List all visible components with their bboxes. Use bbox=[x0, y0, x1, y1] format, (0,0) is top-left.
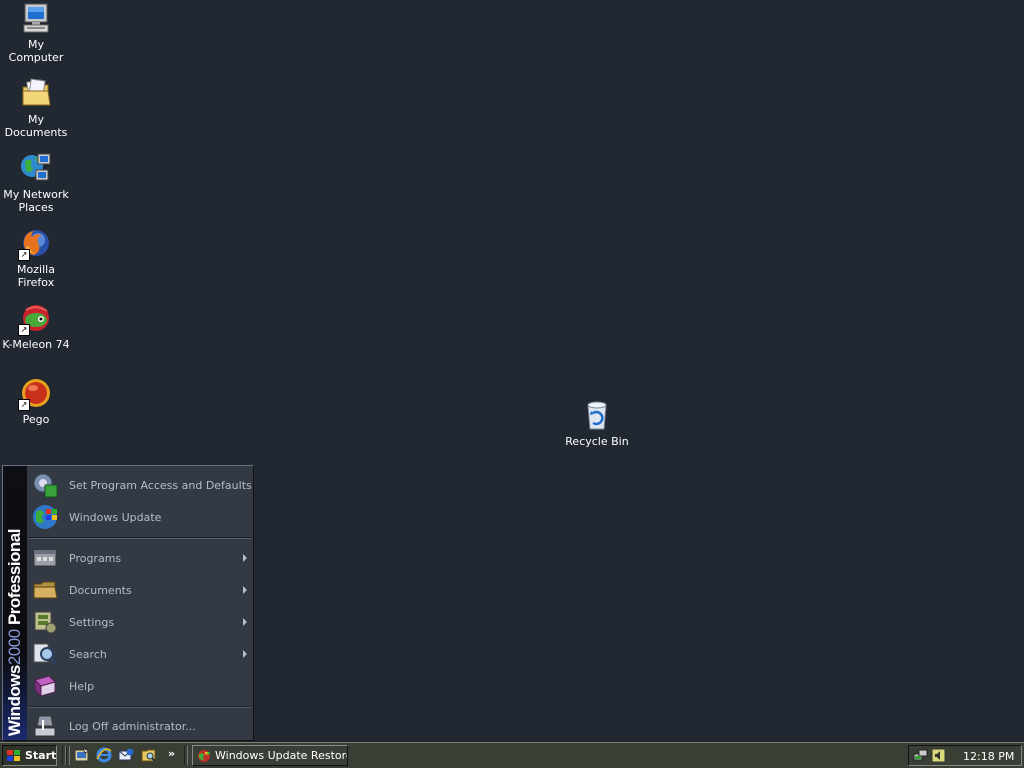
submenu-arrow-icon bbox=[243, 554, 247, 562]
start-label: Start bbox=[25, 749, 57, 762]
menu-separator bbox=[29, 537, 251, 539]
outlook-express-icon[interactable] bbox=[118, 747, 134, 763]
start-menu: Windows2000 Professional Set Program Acc… bbox=[2, 465, 254, 741]
pego-icon: ↗ bbox=[18, 377, 52, 411]
desktop-icon-my-documents[interactable]: My Documents bbox=[0, 77, 72, 139]
banner-version: 2000 bbox=[5, 629, 24, 666]
windows-update-icon bbox=[31, 503, 59, 531]
volume-tray-icon[interactable] bbox=[931, 748, 946, 763]
search-icon bbox=[31, 640, 59, 668]
menu-item-label: Documents bbox=[69, 583, 132, 597]
menu-item-set-program-access[interactable]: Set Program Access and Defaults bbox=[27, 469, 253, 501]
menu-item-windows-update[interactable]: Windows Update bbox=[27, 501, 253, 533]
task-label: Windows Update Restore... bbox=[215, 749, 347, 762]
programs-icon bbox=[31, 544, 59, 572]
shortcut-arrow-icon: ↗ bbox=[18, 324, 30, 336]
windows-update-icon bbox=[197, 749, 211, 763]
desktop-icon-label: K-Meleon 74 bbox=[2, 338, 70, 351]
desktop-icon-label: My Computer bbox=[8, 38, 64, 64]
quick-launch-more-button[interactable]: » bbox=[168, 747, 175, 760]
taskbar-separator bbox=[184, 746, 188, 765]
menu-item-programs[interactable]: Programs bbox=[27, 542, 253, 574]
taskbar: Start » Windows Update Restor 12:18 PM bbox=[0, 742, 1024, 768]
desktop-icon-recycle-bin[interactable]: Recycle Bin bbox=[561, 399, 633, 448]
desktop-icon-pego[interactable]: ↗ Pego bbox=[0, 377, 72, 426]
desktop-icon-mozilla-firefox[interactable]: ↗ Mozilla Firefox bbox=[0, 227, 72, 289]
taskbar-button-windows-update[interactable]: Windows Update Restore... bbox=[192, 745, 348, 766]
help-book-icon bbox=[31, 672, 59, 700]
system-tray: 12:18 PM bbox=[908, 745, 1022, 766]
desktop-icon-my-computer[interactable]: My Computer bbox=[0, 2, 72, 64]
menu-item-log-off[interactable]: Log Off administrator... bbox=[27, 710, 253, 742]
submenu-arrow-icon bbox=[243, 650, 247, 658]
submenu-arrow-icon bbox=[243, 586, 247, 594]
banner-edition: Professional bbox=[5, 528, 24, 625]
internet-explorer-icon[interactable] bbox=[96, 747, 112, 763]
menu-item-settings[interactable]: Settings bbox=[27, 606, 253, 638]
desktop-icon-label: My Documents bbox=[4, 113, 68, 139]
k-meleon-icon: ↗ bbox=[18, 302, 52, 336]
menu-item-label: Programs bbox=[69, 551, 122, 565]
menu-item-label: Log Off administrator... bbox=[69, 719, 196, 733]
clock[interactable]: 12:18 PM bbox=[963, 750, 1014, 763]
desktop-icon-label: Mozilla Firefox bbox=[17, 263, 55, 289]
menu-item-search[interactable]: Search bbox=[27, 638, 253, 670]
menu-item-documents[interactable]: Documents bbox=[27, 574, 253, 606]
submenu-arrow-icon bbox=[243, 618, 247, 626]
menu-separator bbox=[29, 706, 251, 708]
computer-icon bbox=[20, 2, 52, 34]
shortcut-arrow-icon: ↗ bbox=[18, 399, 30, 411]
program-access-icon bbox=[31, 471, 59, 499]
menu-item-label: Windows Update bbox=[69, 510, 162, 524]
menu-item-help[interactable]: Help bbox=[27, 670, 253, 702]
menu-item-label: Settings bbox=[69, 615, 115, 629]
desktop-icon-label: Recycle Bin bbox=[565, 435, 629, 448]
documents-folder-icon bbox=[31, 576, 59, 604]
desktop-icon-my-network-places[interactable]: My Network Places bbox=[0, 152, 72, 214]
settings-icon bbox=[31, 608, 59, 636]
menu-item-label: Help bbox=[69, 679, 95, 693]
banner-windows: Windows bbox=[5, 665, 24, 736]
windows-flag-icon bbox=[6, 749, 22, 763]
taskbar-separator bbox=[66, 746, 70, 765]
shortcut-arrow-icon: ↗ bbox=[18, 249, 30, 261]
show-desktop-icon[interactable] bbox=[74, 746, 91, 763]
network-icon bbox=[20, 152, 52, 184]
menu-item-label: Search bbox=[69, 647, 107, 661]
recycle-bin-icon bbox=[581, 399, 613, 431]
log-off-icon bbox=[31, 712, 59, 740]
explorer-icon[interactable] bbox=[141, 747, 157, 763]
folder-documents-icon bbox=[20, 77, 52, 109]
desktop-icon-label: Pego bbox=[22, 413, 50, 426]
firefox-icon: ↗ bbox=[18, 227, 52, 261]
menu-item-label: Set Program Access and Defaults bbox=[69, 478, 252, 492]
start-menu-banner: Windows2000 Professional bbox=[3, 466, 27, 740]
start-button[interactable]: Start bbox=[2, 745, 57, 766]
desktop-icon-label: My Network Places bbox=[3, 188, 69, 214]
desktop-icon-k-meleon[interactable]: ↗ K-Meleon 74 bbox=[0, 302, 72, 351]
network-tray-icon[interactable] bbox=[913, 748, 928, 763]
